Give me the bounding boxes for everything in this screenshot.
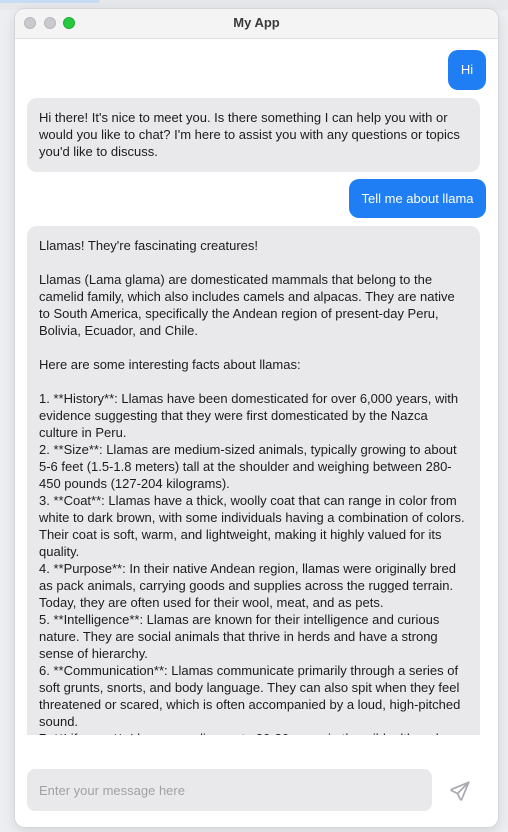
chat-transcript[interactable]: Hi Hi there! It's nice to meet you. Is t… [15, 39, 498, 735]
send-button[interactable] [445, 778, 475, 804]
message-input[interactable] [27, 769, 432, 811]
background-window-edge [0, 0, 100, 3]
window-title: My App [233, 15, 280, 30]
title-bar[interactable]: My App [15, 9, 498, 39]
assistant-message-bubble: Hi there! It's nice to meet you. Is ther… [27, 98, 480, 172]
app-window: My App Hi Hi there! It's nice to meet yo… [15, 9, 498, 827]
paper-plane-icon [450, 781, 470, 801]
user-message-bubble: Tell me about llama [349, 179, 486, 218]
assistant-message-bubble: Llamas! They're fascinating creatures! L… [27, 226, 480, 735]
user-message-bubble: Hi [448, 50, 486, 90]
message-composer [15, 736, 498, 827]
